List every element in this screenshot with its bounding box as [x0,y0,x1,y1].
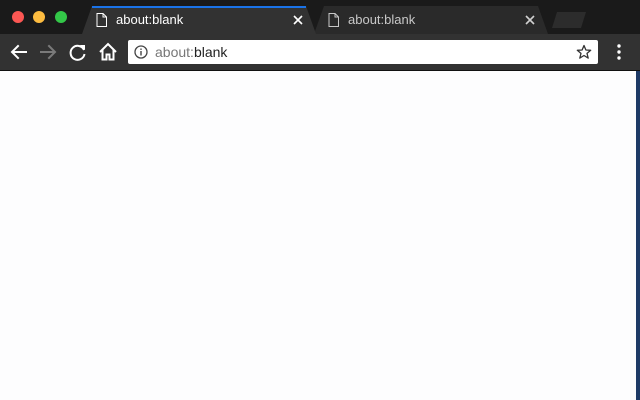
star-icon[interactable] [576,44,592,60]
info-icon[interactable] [134,45,148,59]
tab-strip: about:blank about:blank [0,0,640,34]
kebab-menu-icon[interactable] [608,41,630,63]
document-icon [96,13,107,27]
close-icon[interactable] [292,14,304,26]
reload-button[interactable] [67,41,89,63]
close-icon[interactable] [524,14,536,26]
new-tab-button[interactable] [552,12,586,28]
window-maximize-button[interactable] [55,11,67,23]
url-text[interactable]: about:blank [155,44,227,60]
tab-title: about:blank [116,12,184,27]
home-button[interactable] [97,41,119,63]
toolbar: about:blank [0,34,640,70]
forward-button[interactable] [37,41,59,63]
browser-window: about:blank about:blank about:blank [0,0,640,400]
tab-inactive[interactable]: about:blank [314,6,548,34]
page-content[interactable] [0,71,636,400]
omnibox[interactable]: about:blank [128,40,598,64]
window-edge [636,71,640,400]
window-close-button[interactable] [12,11,24,23]
back-button[interactable] [8,41,30,63]
tab-active[interactable]: about:blank [82,6,316,34]
tab-title: about:blank [348,12,416,27]
document-icon [328,13,339,27]
url-host: blank [193,44,228,60]
url-scheme: about: [155,44,194,60]
window-minimize-button[interactable] [33,11,45,23]
